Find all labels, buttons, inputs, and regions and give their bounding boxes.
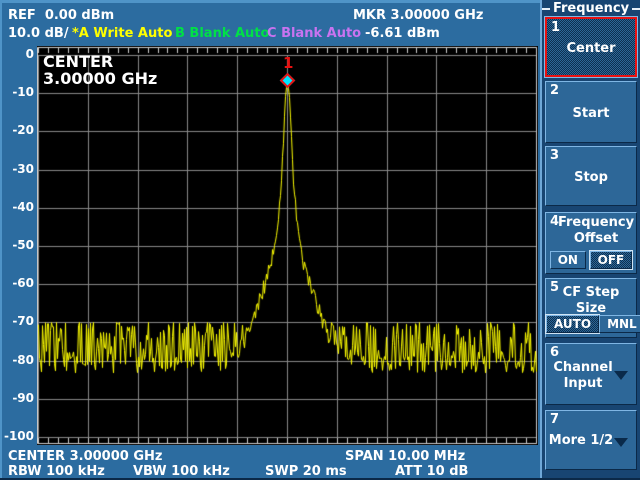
- softkey-number: 2: [550, 83, 560, 98]
- softkey-menu: Frequency 1 Center 2 Start 3 Stop 4 Freq…: [540, 0, 640, 478]
- softkey-label: Center: [566, 41, 616, 56]
- trace-b-status: B Blank Auto: [175, 26, 270, 41]
- status-att: ATT 10 dB: [395, 464, 469, 479]
- ref-level-readout: REF 0.00 dBm: [8, 8, 115, 23]
- status-span: SPAN 10.00 MHz: [345, 449, 466, 464]
- softkey-label: Start: [572, 106, 610, 121]
- softkey-frequency-offset[interactable]: 4 Frequency Offset ON OFF: [545, 212, 637, 274]
- center-overlay-line2: 3.00000 GHz: [43, 69, 158, 88]
- softkey-number: 7: [550, 412, 560, 427]
- softkey-channel-input[interactable]: 6 Channel Input: [545, 343, 637, 405]
- y-axis-label: -100: [3, 429, 34, 443]
- toggle-off-button[interactable]: OFF: [589, 251, 633, 269]
- softkey-label: CF Step Size: [562, 285, 620, 316]
- menu-title: Frequency: [552, 1, 630, 16]
- toggle-auto-button[interactable]: AUTO: [546, 315, 600, 333]
- toggle-mnl-button[interactable]: MNL: [599, 315, 640, 333]
- on-off-toggle: ON OFF: [546, 251, 636, 269]
- softkey-number: 3: [550, 148, 560, 163]
- center-frequency-overlay: CENTER 3.00000 GHz: [43, 53, 157, 87]
- softkey-start[interactable]: 2 Start: [545, 81, 637, 143]
- softkey-stop[interactable]: 3 Stop: [545, 146, 637, 206]
- marker-1-label: 1: [283, 54, 294, 73]
- y-axis-label: 0: [25, 47, 34, 61]
- trace-a-status: *A Write Auto: [72, 26, 173, 41]
- y-axis-label: -20: [12, 123, 34, 138]
- status-center-freq: CENTER 3.00000 GHz: [8, 449, 163, 464]
- toggle-on-button[interactable]: ON: [549, 251, 586, 269]
- status-bar: CENTER 3.00000 GHz SPAN 10.00 MHz RBW 10…: [0, 447, 540, 479]
- softkey-number: 1: [551, 20, 561, 35]
- status-swp: SWP 20 ms: [265, 464, 347, 479]
- softkey-more[interactable]: 7 More 1/2: [545, 410, 637, 470]
- y-axis: 0 -10 -20 -30 -40 -50 -60 -70 -80 -90 -100: [0, 46, 34, 445]
- auto-mnl-toggle: AUTO MNL: [546, 315, 640, 333]
- trace-canvas: [37, 46, 538, 445]
- y-axis-label: -90: [12, 390, 34, 405]
- softkey-cf-step-size[interactable]: 5 CF Step Size AUTO MNL: [545, 278, 640, 338]
- status-vbw: VBW 100 kHz: [133, 464, 230, 479]
- center-overlay-line1: CENTER: [43, 52, 114, 71]
- y-axis-label: -10: [12, 85, 34, 100]
- softkey-center[interactable]: 1 Center: [545, 17, 637, 77]
- y-axis-label: -80: [12, 352, 34, 367]
- menu-title-row: Frequency: [542, 1, 640, 16]
- dropdown-arrow-icon: [614, 371, 628, 380]
- y-axis-label: -30: [12, 161, 34, 176]
- scale-readout: 10.0 dB/: [8, 26, 69, 41]
- softkey-label: Frequency Offset: [557, 215, 635, 246]
- marker-ampl-readout: -6.61 dBm: [365, 26, 440, 41]
- y-axis-label: -60: [12, 276, 34, 291]
- y-axis-label: -50: [12, 238, 34, 252]
- spectrum-analyzer-screen: REF 0.00 dBm 10.0 dB/ *A Write Auto B Bl…: [0, 0, 640, 480]
- y-axis-label: -70: [12, 314, 34, 329]
- menu-title-rule: [542, 7, 550, 10]
- trace-c-status: C Blank Auto: [267, 26, 362, 41]
- y-axis-label: -40: [12, 199, 34, 214]
- softkey-label: Stop: [574, 170, 608, 185]
- marker-freq-readout: MKR 3.00000 GHz: [353, 8, 484, 23]
- softkey-label: More 1/2: [548, 433, 614, 448]
- softkey-number: 6: [550, 345, 560, 360]
- dropdown-arrow-icon: [614, 438, 628, 447]
- menu-title-rule: [632, 7, 640, 10]
- status-rbw: RBW 100 kHz: [8, 464, 105, 479]
- spectrum-plot: CENTER 3.00000 GHz 1: [37, 46, 538, 445]
